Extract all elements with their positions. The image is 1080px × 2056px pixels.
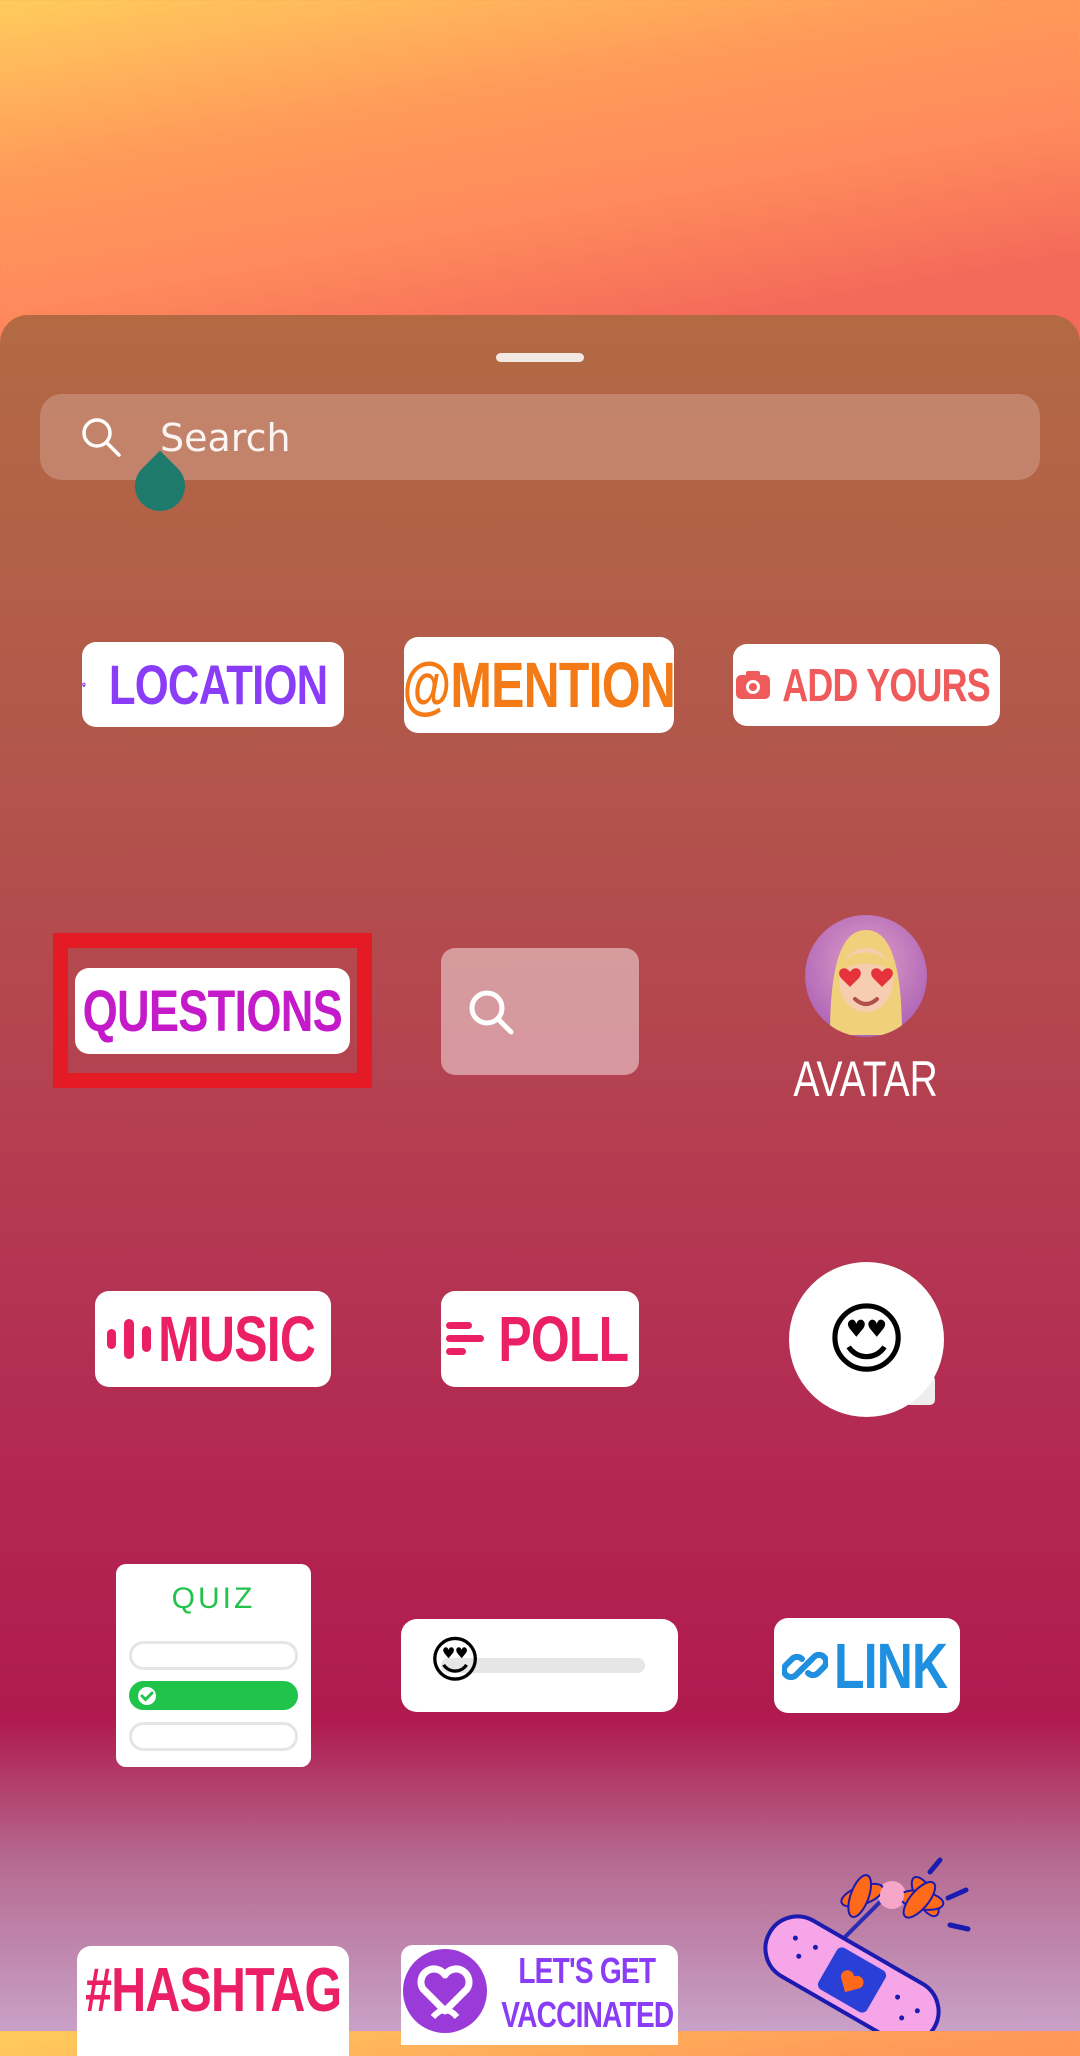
add-yours-sticker[interactable]: ADD YOURS [733, 644, 1000, 726]
music-bars-icon [107, 1319, 152, 1359]
slider-emoji-icon: 😍 [429, 1631, 482, 1689]
mention-sticker[interactable]: @MENTION [402, 637, 676, 733]
emoji-slider-sticker[interactable]: 😍 [401, 1619, 678, 1712]
bandage-flower-icon [763, 1857, 971, 2031]
poll-icon [445, 1322, 484, 1355]
quiz-option-correct [129, 1681, 298, 1710]
poll-sticker[interactable]: POLL [441, 1291, 639, 1387]
poll-label: POLL [498, 1303, 629, 1375]
quiz-option [129, 1641, 298, 1670]
search-icon [82, 418, 121, 457]
mention-label: @MENTION [402, 649, 676, 721]
heart-ribbon-icon [403, 1949, 487, 2033]
location-pin-icon [82, 682, 86, 687]
vaccinated-line2: VACCINATED [501, 1994, 674, 2035]
vaccinated-line1: LET'S GET [518, 1950, 657, 1991]
gif-search-sticker[interactable] [441, 948, 639, 1075]
link-sticker[interactable]: LINK [774, 1618, 960, 1713]
drag-handle[interactable] [496, 353, 584, 362]
camera-icon [736, 671, 771, 699]
vaccinated-text: LET'S GET VACCINATED [497, 1953, 677, 2041]
vaccinated-sticker[interactable]: LET'S GET VACCINATED [401, 1945, 678, 2045]
hashtag-label: #HASHTAG [84, 1955, 342, 2025]
avatar-sticker-image[interactable] [805, 915, 927, 1037]
quiz-label: QUIZ [171, 1582, 256, 1615]
avatar-face-icon [830, 930, 902, 1035]
emoji-sticker[interactable]: 😍 [789, 1262, 944, 1417]
link-icon [782, 1651, 829, 1680]
search-icon [469, 990, 514, 1035]
quiz-option [129, 1722, 298, 1751]
bandage-flower-sticker[interactable] [752, 1850, 992, 2031]
search-input[interactable] [158, 394, 1012, 482]
location-label: LOCATION [108, 653, 328, 716]
location-sticker[interactable]: LOCATION [82, 642, 344, 727]
avatar-label: AVATAR [793, 1051, 939, 1107]
search-bar[interactable] [40, 394, 1040, 482]
check-icon [138, 1687, 156, 1705]
music-label: MUSIC [158, 1303, 317, 1375]
quiz-sticker[interactable]: QUIZ [116, 1564, 311, 1767]
questions-sticker[interactable]: QUESTIONS [75, 968, 350, 1054]
add-yours-label: ADD YOURS [782, 659, 991, 711]
link-label: LINK [834, 1629, 948, 1702]
music-sticker[interactable]: MUSIC [95, 1291, 331, 1387]
sticker-tray [0, 315, 1080, 2031]
heart-eyes-emoji-icon: 😍 [825, 1294, 908, 1385]
hashtag-sticker[interactable]: #HASHTAG [77, 1946, 349, 2056]
questions-label: QUESTIONS [82, 978, 343, 1044]
